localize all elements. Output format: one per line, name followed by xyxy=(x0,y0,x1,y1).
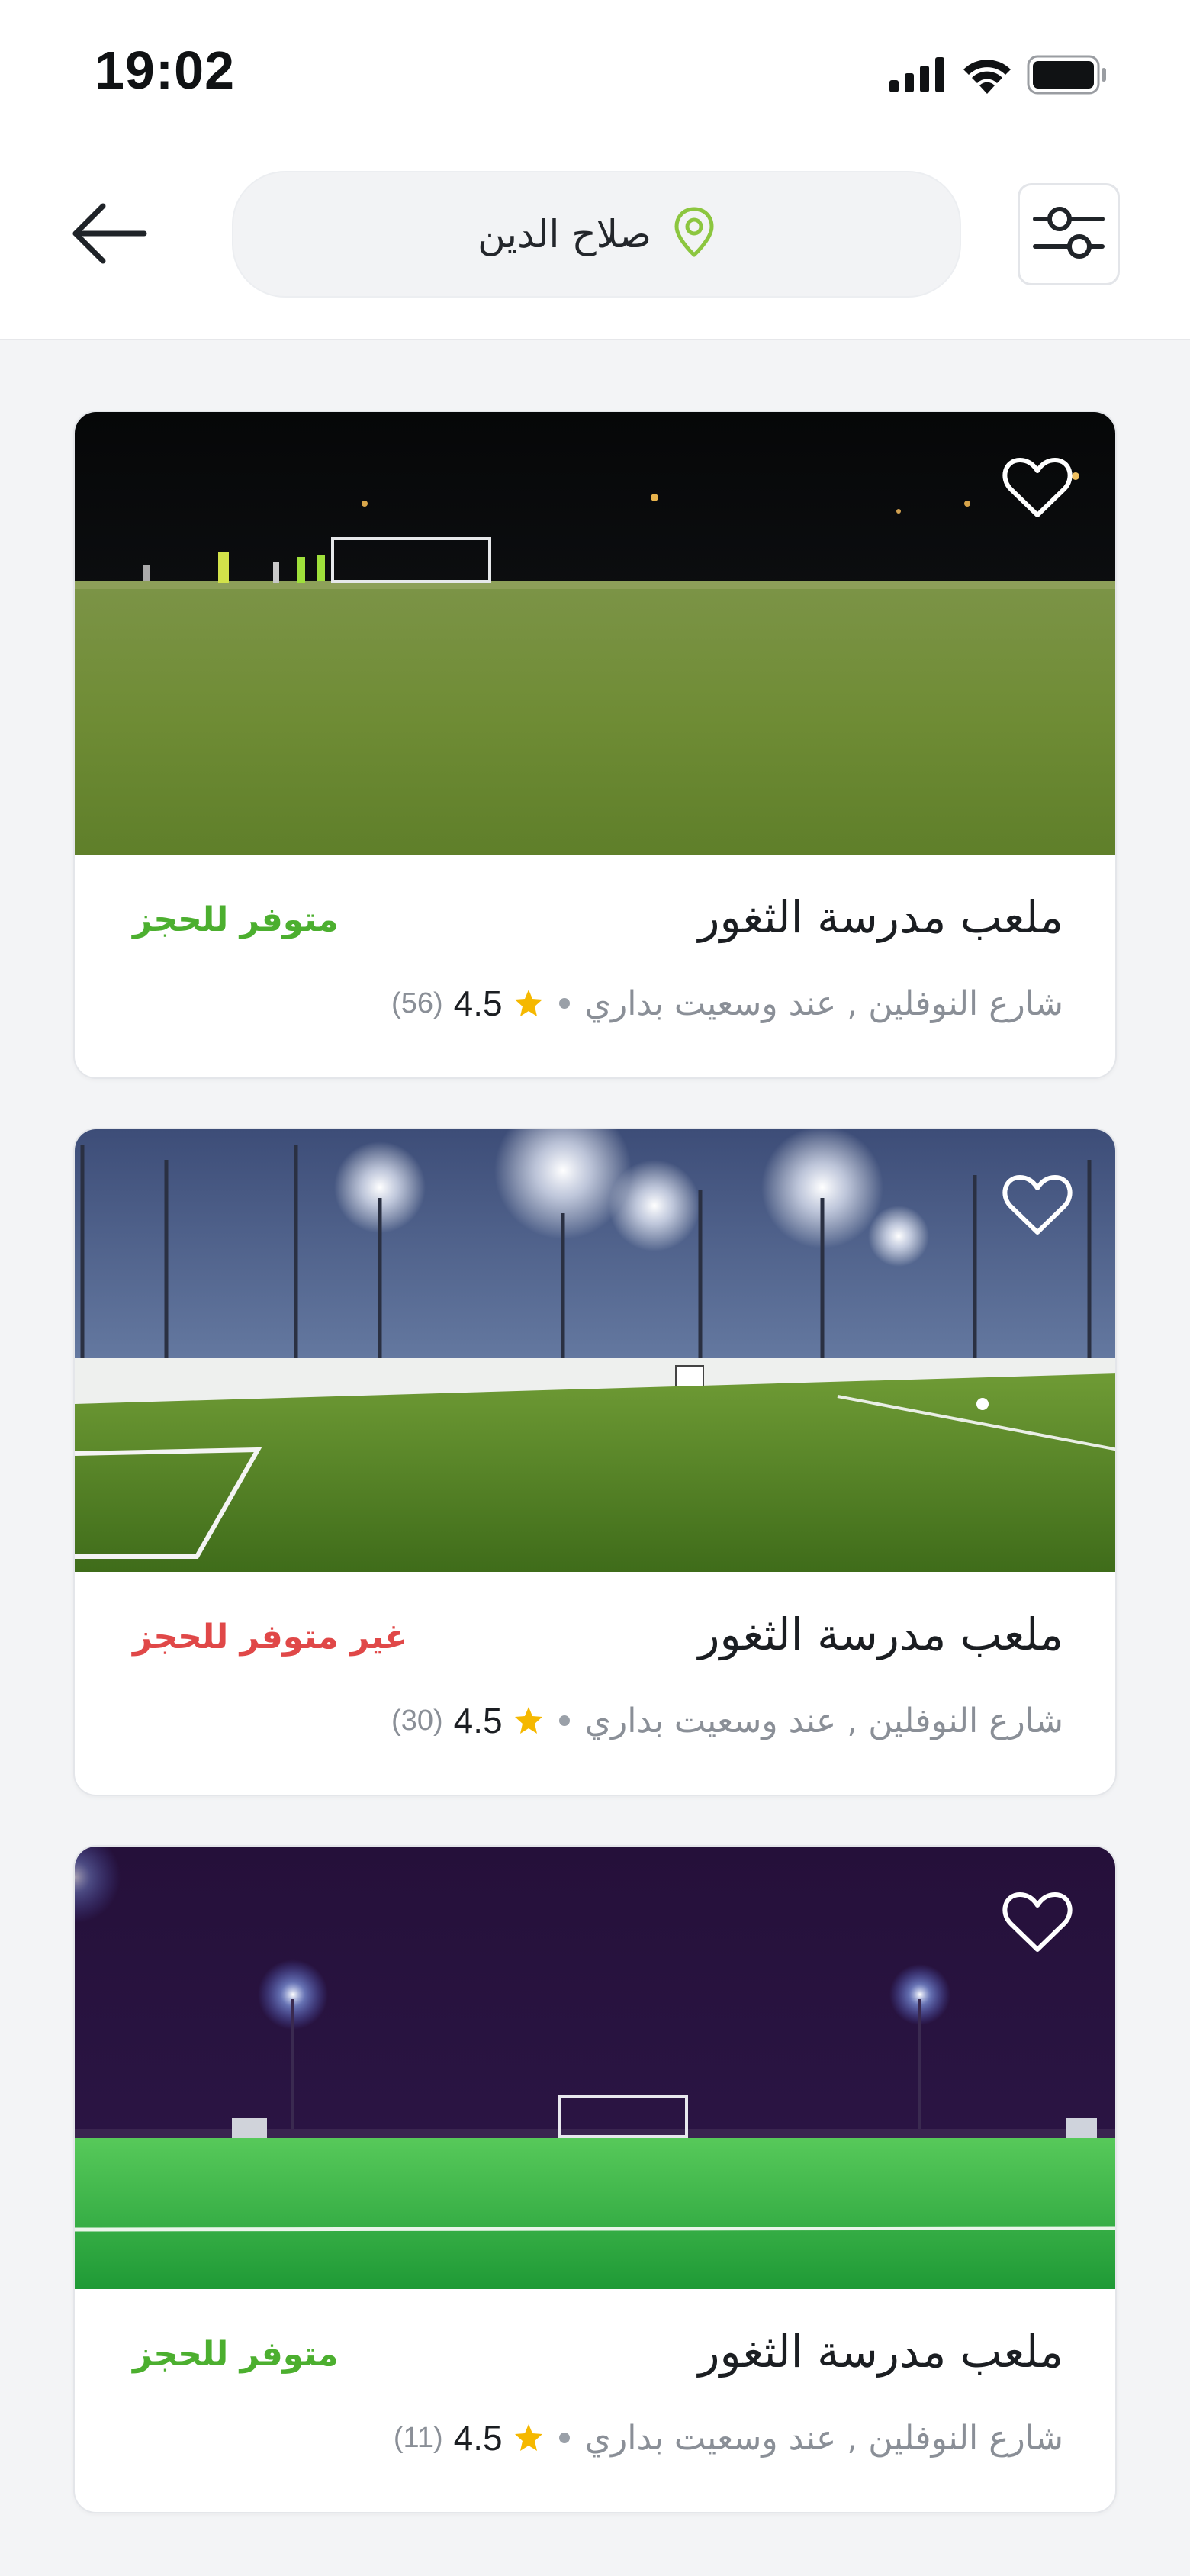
location-search[interactable]: صلاح الدين xyxy=(232,171,961,298)
availability-status: غير متوفر للحجز xyxy=(133,1618,408,1657)
venue-meta: شارع النوفلين , عند وسعيت بداري 4.5 (56) xyxy=(391,983,1063,1024)
venue-photo xyxy=(75,1847,1115,2289)
map-pin-icon xyxy=(673,206,716,262)
venue-address: شارع النوفلين , عند وسعيت بداري xyxy=(584,1701,1063,1740)
favorite-button[interactable] xyxy=(999,453,1076,522)
wifi-icon xyxy=(961,56,1013,97)
star-icon xyxy=(513,1705,544,1736)
star-icon xyxy=(513,2423,544,2453)
sliders-icon xyxy=(1032,201,1105,268)
availability-status: متوفر للحجز xyxy=(133,2335,339,2374)
separator-dot xyxy=(558,998,570,1009)
venue-meta: شارع النوفلين , عند وسعيت بداري 4.5 (30) xyxy=(391,1700,1063,1741)
back-button[interactable] xyxy=(60,189,159,281)
review-count: (11) xyxy=(393,2421,443,2454)
venue-title: ملعب مدرسة الثغور xyxy=(698,2326,1063,2378)
review-count: (56) xyxy=(391,987,443,1019)
battery-icon xyxy=(1027,55,1108,98)
status-time: 19:02 xyxy=(95,40,236,100)
rating-value: 4.5 xyxy=(453,1701,503,1740)
rating-value: 4.5 xyxy=(453,2418,503,2458)
venue-address: شارع النوفلين , عند وسعيت بداري xyxy=(584,2418,1063,2458)
heart-icon xyxy=(1002,1173,1073,1237)
venue-meta: شارع النوفلين , عند وسعيت بداري 4.5 (11) xyxy=(394,2417,1063,2458)
venue-photo xyxy=(75,412,1115,855)
venue-title: ملعب مدرسة الثغور xyxy=(698,1608,1063,1660)
rating-value: 4.5 xyxy=(453,984,503,1023)
filter-button[interactable] xyxy=(1018,183,1120,285)
separator-dot xyxy=(558,2433,570,2443)
heart-icon xyxy=(1002,456,1073,520)
favorite-button[interactable] xyxy=(999,1170,1076,1239)
venue-title: ملعب مدرسة الثغور xyxy=(698,891,1063,943)
app-header: 19:02 صلاح الدين xyxy=(0,0,1190,340)
heart-icon xyxy=(1002,1890,1073,1954)
venue-photo xyxy=(75,1129,1115,1572)
separator-dot xyxy=(558,1715,570,1726)
venue-address: شارع النوفلين , عند وسعيت بداري xyxy=(584,984,1063,1023)
review-count: (30) xyxy=(391,1704,443,1737)
status-icons xyxy=(889,55,1108,98)
availability-status: متوفر للحجز xyxy=(133,900,339,939)
venue-card[interactable]: ملعب مدرسة الثغور متوفر للحجز شارع النوف… xyxy=(73,411,1117,1079)
cellular-signal-icon xyxy=(889,57,947,95)
favorite-button[interactable] xyxy=(999,1888,1076,1956)
star-icon xyxy=(513,988,544,1019)
arrow-left-icon xyxy=(69,201,149,269)
venue-card[interactable]: ملعب مدرسة الثغور غير متوفر للحجز شارع ا… xyxy=(73,1128,1117,1796)
location-text: صلاح الدين xyxy=(478,212,651,256)
venue-card[interactable]: ملعب مدرسة الثغور متوفر للحجز شارع النوف… xyxy=(73,1845,1117,2513)
